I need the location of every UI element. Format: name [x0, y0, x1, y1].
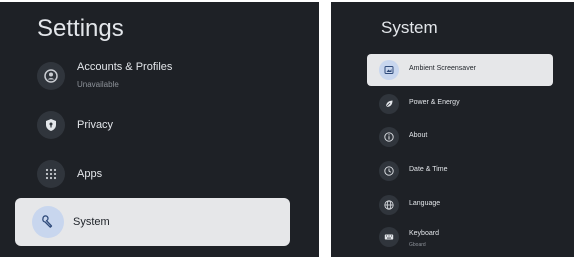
system-item-power-energy[interactable]: Power & Energy [367, 88, 553, 120]
system-item-label: About [409, 132, 428, 139]
shield-icon [37, 111, 65, 139]
account-icon [37, 62, 65, 90]
system-title: System [381, 18, 438, 37]
settings-item-label: Apps [77, 168, 103, 180]
wrench-icon [32, 206, 64, 238]
settings-item-system[interactable]: System [15, 198, 290, 246]
settings-item-label: Privacy [77, 119, 114, 131]
settings-item-privacy[interactable]: Privacy [15, 101, 290, 149]
clock-icon [379, 161, 399, 181]
system-item-label: Keyboard [409, 230, 439, 237]
system-item-ambient-screensaver[interactable]: Ambient Screensaver [367, 54, 553, 86]
system-panel: System Ambient Screensaver Power & Energ… [331, 2, 574, 257]
system-item-label: Date & Time [409, 166, 448, 173]
settings-item-sublabel: Unavailable [77, 80, 119, 89]
system-item-label: Ambient Screensaver [409, 65, 476, 72]
keyboard-icon [379, 227, 399, 247]
settings-item-label: System [73, 216, 110, 228]
system-item-about[interactable]: About [367, 121, 553, 153]
settings-item-apps[interactable]: Apps [15, 150, 290, 198]
apps-grid-icon [37, 160, 65, 188]
screensaver-icon [379, 60, 399, 80]
system-item-sublabel: Gboard [409, 242, 426, 248]
system-item-label: Language [409, 200, 441, 207]
settings-panel: Settings Accounts & Profiles Unavailable… [0, 2, 319, 257]
system-item-label: Power & Energy [409, 99, 460, 106]
system-item-date-time[interactable]: Date & Time [367, 155, 553, 187]
settings-item-label: Accounts & Profiles [77, 61, 173, 73]
system-item-keyboard[interactable]: Keyboard Gboard [367, 221, 553, 253]
info-icon [379, 127, 399, 147]
system-item-language[interactable]: Language [367, 189, 553, 221]
settings-item-accounts-profiles[interactable]: Accounts & Profiles Unavailable [15, 52, 290, 100]
globe-icon [379, 195, 399, 215]
power-energy-icon [379, 94, 399, 114]
settings-title: Settings [37, 15, 124, 42]
